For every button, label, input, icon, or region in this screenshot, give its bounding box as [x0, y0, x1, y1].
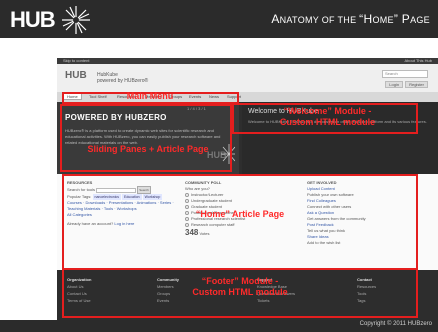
slide-title: ANATOMY OF THE “HOME” PAGE	[271, 12, 430, 26]
slide-footer: Copyright © 2011 HUBzero	[0, 320, 438, 332]
copyright-text: Copyright © 2011 HUBzero	[359, 321, 432, 327]
site-logo-subtitle: HubKube powered by HUBzero®	[97, 72, 149, 84]
slide-header: HUB ANATOMY OF THE “HOME” PAGE	[0, 0, 438, 38]
footer-module-label: “Footer” Module - Custom HTML module	[192, 276, 288, 297]
home-article-label: “Home” Article Page	[195, 209, 285, 219]
login-button[interactable]: Login	[385, 81, 404, 88]
home-article-highlight	[62, 174, 418, 270]
sliding-panes-label: Sliding Panes + Article Page	[87, 144, 209, 154]
sliding-panes-highlight	[60, 104, 232, 172]
hub-logo: HUB	[10, 6, 90, 34]
register-button[interactable]: Register	[405, 81, 428, 88]
main-menu-label: Main Menu	[126, 91, 174, 101]
welcome-module-label: “Welcome” Module - Custom HTML module	[279, 106, 376, 127]
site-search-input[interactable]: Search	[382, 70, 428, 78]
logo-text: HUB	[10, 7, 56, 32]
site-header: HUB HubKube powered by HUBzero® Search L…	[57, 64, 438, 92]
login-links: Login Register	[383, 81, 428, 88]
hub-star-icon	[62, 6, 90, 34]
site-logo[interactable]: HUB	[65, 70, 87, 81]
